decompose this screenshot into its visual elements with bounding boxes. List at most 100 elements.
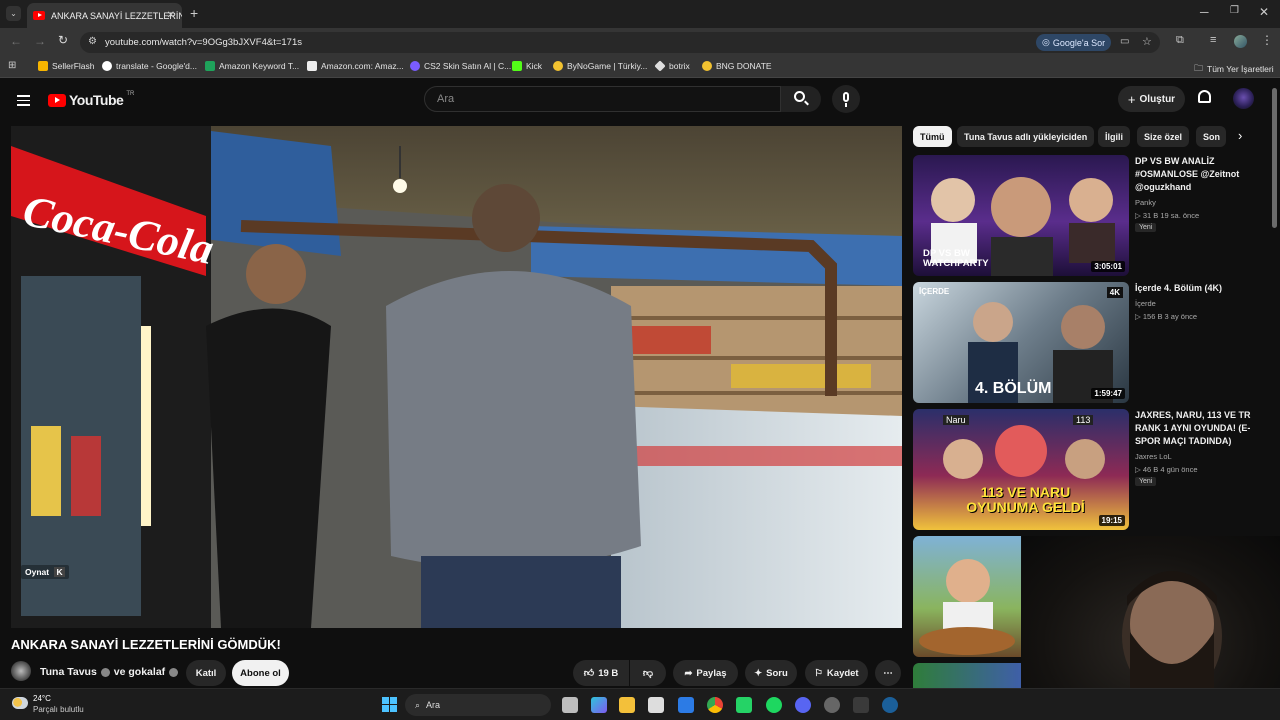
- recommendation-title[interactable]: DP VS BW ANALİZ #OSMANLOSE @Zeitnot @ogu…: [1135, 155, 1270, 194]
- task-view-icon[interactable]: [562, 697, 578, 713]
- save-button[interactable]: ⚐ Kaydet: [805, 660, 868, 686]
- bng-icon: [702, 61, 712, 71]
- bookmark-item[interactable]: BNG DONATE: [702, 61, 772, 71]
- new-tab-button[interactable]: +: [190, 5, 198, 21]
- active-tab[interactable]: ANKARA SANAYİ LEZZETLERİNİ ✕: [27, 3, 182, 28]
- back-icon[interactable]: ←: [10, 34, 22, 48]
- bookmark-star-icon[interactable]: ☆: [1142, 35, 1152, 48]
- bookmark-item[interactable]: translate - Google'd...: [102, 61, 197, 71]
- start-button-icon[interactable]: [382, 697, 397, 712]
- weather-icon[interactable]: [12, 697, 28, 709]
- profile-avatar[interactable]: [1234, 35, 1247, 48]
- webcam-overlay: [1022, 536, 1280, 688]
- more-icon: ⋯: [883, 667, 893, 679]
- region-code: TR: [126, 91, 135, 97]
- avatar[interactable]: [1233, 88, 1254, 109]
- close-window-icon[interactable]: ✕: [1259, 5, 1269, 19]
- weather-temperature[interactable]: 24°C: [33, 694, 51, 703]
- play-hint-tooltip: Oynat K: [21, 565, 69, 579]
- bookmark-label: Amazon.com: Amaz...: [321, 61, 404, 71]
- recommendation-channel[interactable]: İçerde: [1135, 297, 1156, 310]
- chip-all[interactable]: Tümü: [913, 126, 952, 147]
- bookmark-item[interactable]: SellerFlash: [38, 61, 95, 71]
- recommendation-channel[interactable]: Jaxres LoL: [1135, 450, 1172, 463]
- recommendation-channel[interactable]: Panky: [1135, 196, 1156, 209]
- cast-icon[interactable]: ▭: [1120, 36, 1129, 47]
- address-bar[interactable]: ⚙ youtube.com/watch?v=9OGg3bJXVF4&t=171s…: [80, 32, 1160, 53]
- like-button[interactable]: 👍︎ 19 B: [573, 660, 629, 686]
- app-icon[interactable]: [853, 697, 869, 713]
- google-ask-button[interactable]: ◎ Google'a Sor: [1036, 34, 1112, 51]
- store-icon[interactable]: [648, 697, 664, 713]
- channel-info[interactable]: Tuna Tavus ve gokalaf: [40, 666, 179, 678]
- steam-icon[interactable]: [882, 697, 898, 713]
- chrome-icon[interactable]: [707, 697, 723, 713]
- bookmark-item[interactable]: botrix: [654, 60, 690, 72]
- bookmark-item[interactable]: CS2 Skin Satın Al | C...: [410, 61, 511, 71]
- create-button[interactable]: + Oluştur: [1118, 86, 1185, 112]
- restore-icon[interactable]: ❐: [1230, 5, 1239, 16]
- obs-icon[interactable]: [824, 697, 840, 713]
- taskbar-search[interactable]: ⌕ Ara: [405, 694, 551, 716]
- chevron-right-icon[interactable]: ›: [1238, 128, 1242, 143]
- spotify-icon[interactable]: [766, 697, 782, 713]
- hamburger-menu-icon[interactable]: [17, 92, 30, 109]
- channel-name[interactable]: Tuna Tavus: [40, 666, 97, 678]
- page-scrollbar[interactable]: [1272, 88, 1277, 228]
- video-player[interactable]: Coca-Cola Oynat K: [11, 126, 902, 628]
- join-button[interactable]: Katıl: [186, 660, 226, 686]
- thumbs-down-icon: 👎︎: [642, 668, 654, 679]
- channel-avatar[interactable]: [11, 661, 31, 681]
- whatsapp-icon[interactable]: [736, 697, 752, 713]
- apps-grid-icon[interactable]: ⊞: [8, 60, 16, 71]
- minimize-icon[interactable]: ─: [1200, 5, 1209, 19]
- chip-recent[interactable]: Son: [1196, 126, 1226, 147]
- notifications-bell-icon[interactable]: [1198, 90, 1211, 103]
- bookmark-item[interactable]: Kick: [512, 61, 542, 71]
- recommendation-thumbnail[interactable]: Naru 113 113 VE NARU OYUNUMA GELDİ 19:15: [913, 409, 1129, 530]
- more-actions-button[interactable]: ⋯: [875, 660, 901, 686]
- chip-uploader[interactable]: Tuna Tavus adlı yükleyiciden: [957, 126, 1095, 147]
- media-control-icon[interactable]: ≡: [1210, 34, 1216, 46]
- search-button[interactable]: [781, 86, 821, 112]
- amazon-icon: [307, 61, 317, 71]
- ask-button[interactable]: ✦ Soru: [745, 660, 797, 686]
- chip-related[interactable]: İlgili: [1098, 126, 1130, 147]
- recommendation-meta-text: 31 B 19 sa. önce: [1142, 211, 1200, 220]
- bookmark-item[interactable]: ByNoGame | Türkiy...: [553, 61, 647, 71]
- folder-icon: 🗀: [1194, 63, 1204, 73]
- bookmark-item[interactable]: Amazon Keyword T...: [205, 61, 299, 71]
- tab-close-icon[interactable]: ✕: [167, 10, 175, 21]
- site-info-icon[interactable]: ⚙: [88, 36, 97, 47]
- share-button[interactable]: ➦ Paylaş: [673, 660, 738, 686]
- collab-label[interactable]: ve gokalaf: [114, 666, 165, 678]
- voice-search-button[interactable]: [832, 85, 860, 113]
- bookmark-item[interactable]: Amazon.com: Amaz...: [307, 61, 404, 71]
- youtube-logo[interactable]: YouTube TR: [48, 91, 135, 108]
- url-text[interactable]: youtube.com/watch?v=9OGg3bJXVF4&t=171s: [105, 37, 302, 48]
- extensions-icon[interactable]: ⧉: [1176, 34, 1184, 47]
- dislike-button[interactable]: 👎︎: [630, 660, 666, 686]
- chip-for-you[interactable]: Size özel: [1137, 126, 1190, 147]
- tab-search-icon[interactable]: ⌄: [6, 6, 21, 21]
- browser-menu-icon[interactable]: ⋮: [1261, 33, 1273, 47]
- subscribe-button[interactable]: Abone ol: [232, 660, 289, 686]
- mail-icon[interactable]: [678, 697, 694, 713]
- forward-icon[interactable]: →: [34, 34, 46, 48]
- recommendation-thumbnail[interactable]: İÇERDE 4K 4. BÖLÜM 1:59:47: [913, 282, 1129, 403]
- discord-icon[interactable]: [795, 697, 811, 713]
- all-bookmarks-button[interactable]: 🗀 Tüm Yer İşaretleri: [1194, 61, 1274, 77]
- new-badge: Yeni: [1135, 223, 1157, 232]
- recommendation-thumbnail[interactable]: [913, 536, 1021, 657]
- recommendation-thumbnail[interactable]: DP VS BW WATCHPARTY 3:05:01: [913, 155, 1129, 276]
- file-explorer-icon[interactable]: [619, 697, 635, 713]
- recommendation-thumbnail[interactable]: [913, 663, 1021, 688]
- weather-description[interactable]: Parçalı bulutlu: [33, 705, 84, 714]
- recommendation-title[interactable]: JAXRES, NARU, 113 VE TR RANK 1 AYNI OYUN…: [1135, 409, 1270, 448]
- widgets-icon[interactable]: [591, 697, 607, 713]
- video-duration: 19:15: [1098, 515, 1125, 526]
- reload-icon[interactable]: ↻: [58, 33, 68, 47]
- search-input[interactable]: Ara: [424, 86, 781, 112]
- recommendation-title[interactable]: İçerde 4. Bölüm (4K): [1135, 282, 1270, 295]
- browser-toolbar: ← → ↻ ⚙ youtube.com/watch?v=9OGg3bJXVF4&…: [0, 28, 1280, 56]
